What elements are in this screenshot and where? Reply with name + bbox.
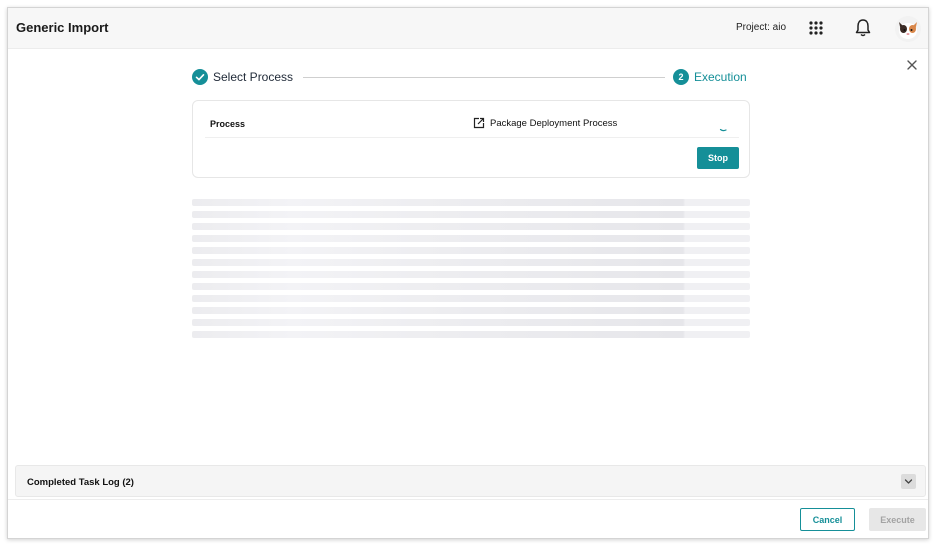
skeleton-row [192,199,750,206]
skeleton-row [192,235,750,242]
skeleton-row [192,295,750,302]
skeleton-row [192,319,750,326]
app-window: Generic Import Project: aio Select Proce… [7,7,929,539]
user-avatar[interactable] [895,16,921,42]
loading-spinner-icon [719,128,727,132]
cancel-button[interactable]: Cancel [800,508,855,531]
bell-icon[interactable] [854,18,872,38]
task-log-toggle[interactable] [901,474,916,489]
loading-skeleton [192,199,750,343]
skeleton-row [192,307,750,314]
process-name-link[interactable]: Package Deployment Process [490,118,617,129]
step-number-badge: 2 [673,69,689,85]
process-label: Process [210,119,246,129]
step-execution: Execution [694,70,747,84]
chevron-down-icon [904,479,913,484]
step-select-process[interactable]: Select Process [213,70,293,84]
card-divider [205,137,739,138]
apps-grid-icon[interactable] [807,19,825,37]
skeleton-row [192,283,750,290]
skeleton-row [192,271,750,278]
app-title: Generic Import [16,20,109,35]
skeleton-row [192,259,750,266]
process-card: Process Package Deployment Process Stop [192,100,750,178]
close-icon[interactable] [905,58,919,72]
stop-button[interactable]: Stop [697,147,739,169]
check-circle-icon [192,69,208,85]
skeleton-row [192,247,750,254]
app-header: Generic Import Project: aio [8,8,928,49]
project-label[interactable]: Project: aio [736,22,786,33]
skeleton-row [192,211,750,218]
completed-task-log[interactable]: Completed Task Log (2) [15,465,926,497]
task-log-title: Completed Task Log (2) [27,477,134,488]
skeleton-row [192,223,750,230]
footer-divider [8,499,928,500]
external-link-icon[interactable] [473,117,485,129]
skeleton-row [192,331,750,338]
execute-button: Execute [869,508,926,531]
stepper-connector [303,77,665,78]
